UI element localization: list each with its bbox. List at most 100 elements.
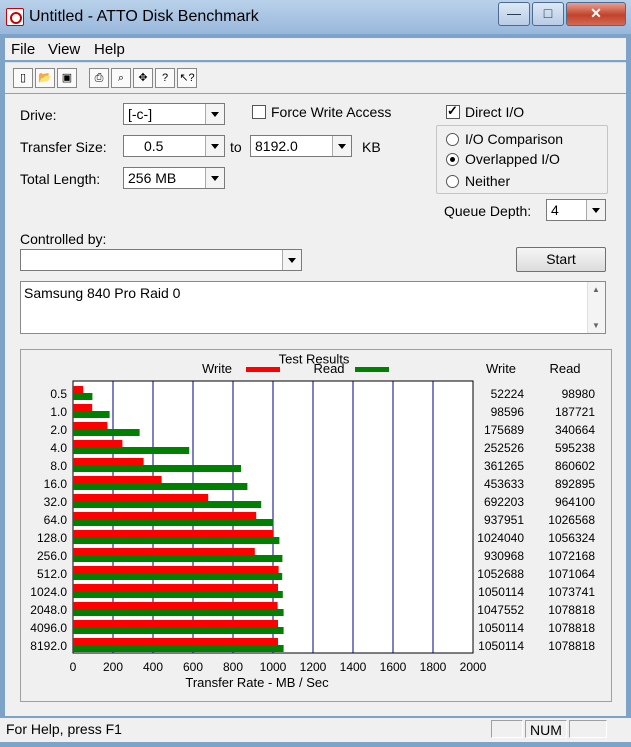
write-value: 361265	[484, 459, 524, 473]
category-label: 1024.0	[30, 585, 67, 599]
status-bar: For Help, press F1 NUM	[0, 718, 631, 742]
kb-label: KB	[362, 139, 381, 155]
x-tick-label: 800	[223, 660, 243, 674]
read-value: 1078818	[548, 621, 595, 635]
read-value: 1071064	[548, 567, 595, 581]
x-tick-label: 1000	[260, 660, 287, 674]
direct-io-checkbox[interactable]	[446, 103, 460, 119]
read-bar	[73, 483, 248, 490]
category-label: 0.5	[50, 387, 67, 401]
legend-read-label: Read	[313, 361, 344, 376]
controlled-by-label: Controlled by:	[20, 231, 107, 247]
write-value: 1052688	[477, 567, 524, 581]
start-button[interactable]: Start	[516, 247, 606, 272]
read-value: 98980	[562, 387, 596, 401]
write-value: 453633	[484, 477, 524, 491]
total-length-select[interactable]: 256 MB	[123, 167, 225, 189]
force-write-label[interactable]: Force Write Access	[271, 104, 391, 120]
category-label: 1.0	[50, 405, 67, 419]
chevron-down-icon[interactable]	[332, 136, 351, 156]
controlled-by-select[interactable]	[20, 249, 302, 271]
transfer-size-from-select[interactable]: 0.5	[123, 135, 225, 157]
read-bar	[73, 573, 283, 580]
write-bar	[73, 458, 144, 465]
read-bar	[73, 645, 284, 652]
chevron-down-icon[interactable]	[282, 250, 301, 270]
neither-radio[interactable]	[446, 175, 459, 188]
overlapped-io-label[interactable]: Overlapped I/O	[465, 151, 560, 167]
app-icon[interactable]	[6, 8, 24, 26]
maximize-button[interactable]: □	[532, 2, 564, 26]
write-value: 1047552	[477, 603, 524, 617]
description-scrollbar[interactable]: ▲ ▼	[587, 282, 605, 333]
help-icon[interactable]: ?	[155, 68, 175, 88]
category-label: 256.0	[37, 549, 67, 563]
read-value: 1072168	[548, 549, 595, 563]
read-value: 964100	[555, 495, 595, 509]
window-title: Untitled - ATTO Disk Benchmark	[29, 8, 259, 25]
write-value: 692203	[484, 495, 524, 509]
read-bar	[73, 591, 283, 598]
category-label: 512.0	[37, 567, 67, 581]
title-bar[interactable]: Untitled - ATTO Disk Benchmark — □ ✕	[0, 0, 631, 34]
drive-select[interactable]: [-c-]	[123, 103, 225, 125]
overlapped-io-radio[interactable]	[446, 153, 459, 166]
category-label: 2.0	[50, 423, 67, 437]
write-value: 52224	[491, 387, 525, 401]
read-value: 187721	[555, 405, 595, 419]
category-label: 128.0	[37, 531, 67, 545]
app-window: Untitled - ATTO Disk Benchmark — □ ✕ Fil…	[0, 0, 631, 747]
neither-label[interactable]: Neither	[465, 173, 510, 189]
print-icon[interactable]: ⎙	[89, 68, 109, 88]
write-bar	[73, 386, 84, 393]
menu-view[interactable]: View	[48, 41, 80, 58]
save-icon[interactable]: ▣	[57, 68, 77, 88]
chevron-down-icon[interactable]	[205, 136, 224, 156]
category-label: 8.0	[50, 459, 67, 473]
transfer-to-value: 8192.0	[255, 138, 298, 154]
total-length-label: Total Length:	[20, 171, 101, 187]
write-value: 252526	[484, 441, 524, 455]
to-label: to	[230, 139, 242, 155]
x-tick-label: 200	[103, 660, 123, 674]
direct-io-label[interactable]: Direct I/O	[465, 104, 524, 120]
io-comparison-radio[interactable]	[446, 133, 459, 146]
chevron-down-icon[interactable]	[205, 104, 224, 124]
write-value: 1050114	[478, 585, 524, 599]
x-tick-label: 0	[70, 660, 77, 674]
close-button[interactable]: ✕	[566, 2, 626, 26]
print-preview-icon[interactable]: ⌕	[111, 68, 131, 88]
status-panel-caps	[491, 720, 523, 738]
write-bar	[73, 566, 279, 573]
menu-file[interactable]: File	[11, 41, 35, 58]
io-comparison-label[interactable]: I/O Comparison	[465, 131, 563, 147]
read-value: 340664	[555, 423, 595, 437]
context-help-icon[interactable]: ↖?	[177, 68, 197, 88]
write-bar	[73, 404, 93, 411]
read-value: 1026568	[548, 513, 595, 527]
category-label: 64.0	[44, 513, 68, 527]
transfer-size-to-select[interactable]: 8192.0	[250, 135, 352, 157]
queue-depth-select[interactable]: 4	[546, 199, 606, 221]
category-label: 4.0	[50, 441, 67, 455]
category-label: 16.0	[44, 477, 68, 491]
write-value: 175689	[484, 423, 524, 437]
move-icon[interactable]: ✥	[133, 68, 153, 88]
chevron-down-icon[interactable]	[586, 200, 605, 220]
minimize-button[interactable]: —	[498, 2, 530, 26]
force-write-checkbox[interactable]	[252, 105, 266, 119]
write-value: 937951	[484, 513, 524, 527]
x-tick-label: 1200	[300, 660, 327, 674]
chevron-down-icon[interactable]	[205, 168, 224, 188]
scroll-up-icon[interactable]: ▲	[592, 285, 600, 294]
new-icon[interactable]: ▯	[13, 68, 33, 88]
description-textbox[interactable]: Samsung 840 Pro Raid 0 ▲ ▼	[20, 281, 606, 334]
legend-read-swatch	[355, 367, 389, 372]
write-value: 1024040	[477, 531, 524, 545]
open-icon[interactable]: 📂	[35, 68, 55, 88]
scroll-down-icon[interactable]: ▼	[592, 321, 600, 330]
menu-help[interactable]: Help	[94, 41, 125, 58]
x-tick-label: 600	[183, 660, 203, 674]
total-length-value: 256 MB	[128, 170, 177, 186]
read-bar	[73, 537, 280, 544]
